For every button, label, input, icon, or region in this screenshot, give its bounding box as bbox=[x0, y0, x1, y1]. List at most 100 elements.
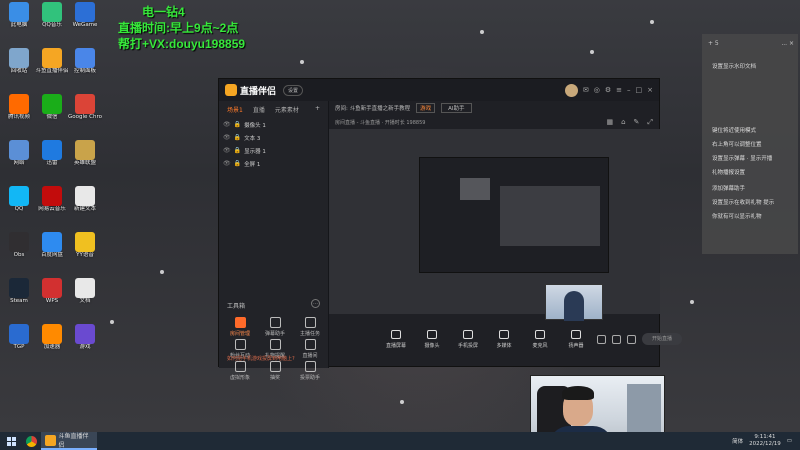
message-icon[interactable]: ✉ bbox=[583, 86, 589, 94]
toolbox-item[interactable]: 虚拟形象 bbox=[223, 361, 257, 381]
add-scene-icon[interactable]: + bbox=[315, 105, 320, 114]
control-button[interactable]: 多媒体 bbox=[489, 329, 519, 349]
desktop-icon[interactable]: 加速器 bbox=[35, 324, 69, 351]
edit-icon[interactable]: ✎ bbox=[634, 118, 640, 127]
category-tag[interactable]: 游戏 bbox=[416, 103, 436, 113]
control-icon bbox=[463, 329, 473, 339]
settings-icon[interactable]: ⚙ bbox=[605, 86, 611, 94]
start-live-button[interactable]: 开始直播 bbox=[642, 333, 682, 345]
toolbox-item[interactable]: 抽奖 bbox=[258, 361, 292, 381]
start-button[interactable] bbox=[0, 432, 22, 450]
settings-pill[interactable]: 设置 bbox=[283, 84, 304, 96]
control-button[interactable]: 扬声器 bbox=[561, 329, 591, 349]
control-button[interactable]: 麦克风 bbox=[525, 329, 555, 349]
taskbar-live-companion[interactable]: 斗鱼直播伴侣 bbox=[41, 432, 97, 450]
desktop-icon[interactable]: 微信 bbox=[35, 94, 69, 121]
desktop-icon[interactable]: Google Chrome bbox=[68, 94, 102, 121]
scene-tab[interactable]: 元素素材 bbox=[275, 105, 299, 114]
clock-icon[interactable] bbox=[612, 334, 621, 344]
notes-window-controls[interactable]: ... × bbox=[781, 40, 794, 47]
source-item[interactable]: 👁 🔒 文本 3 bbox=[219, 131, 328, 144]
desktop-icon[interactable]: 腾讯视频 bbox=[2, 94, 36, 121]
toolbox-item[interactable]: 投票助手 bbox=[293, 361, 327, 381]
desktop-icon-label: Google Chrome bbox=[68, 114, 102, 120]
source-label: 摄像头 1 bbox=[244, 122, 266, 129]
tool-icon bbox=[304, 317, 316, 328]
note-line: 添加弹幕助手 bbox=[712, 186, 746, 192]
notes-panel[interactable]: + 5 ... × 设置显示水印文档 键位将近使用模式 右上角可以调整位置 设置显示弹… bbox=[702, 34, 798, 254]
notification-icon[interactable]: ▭ bbox=[787, 438, 792, 444]
desktop-icon[interactable]: QQ音乐 bbox=[35, 2, 69, 29]
petal bbox=[400, 400, 404, 404]
input-method-label[interactable]: 简体 bbox=[732, 437, 743, 445]
ai-assistant-button[interactable]: AI助手 bbox=[441, 103, 472, 113]
desktop-icon[interactable]: 百度网盘 bbox=[35, 232, 69, 259]
close-icon[interactable]: × bbox=[647, 86, 653, 94]
lock-icon[interactable]: 🔒 bbox=[234, 147, 241, 154]
scene-tab[interactable]: 场景1 bbox=[227, 105, 243, 114]
scene-tab[interactable]: 直播 bbox=[253, 105, 265, 114]
desktop-icon[interactable]: 迅雷 bbox=[35, 140, 69, 167]
desktop-icon[interactable]: 网易云音乐 bbox=[35, 186, 69, 213]
notes-add-button[interactable]: + 5 bbox=[708, 40, 719, 47]
desktop-icon[interactable]: TGP bbox=[2, 324, 36, 351]
desktop-icon[interactable]: WeGame bbox=[68, 2, 102, 29]
control-button[interactable]: 手机投屏 bbox=[453, 329, 483, 349]
taskbar-chrome[interactable] bbox=[22, 432, 41, 450]
clock[interactable]: 9:11:41 2022/12/19 bbox=[749, 434, 781, 448]
toolbox-item[interactable]: 直播间 bbox=[293, 339, 327, 359]
toolbox-item[interactable]: 房间管理 bbox=[223, 317, 257, 337]
petal bbox=[300, 60, 304, 64]
record-icon[interactable] bbox=[597, 334, 606, 344]
toolbox-item[interactable]: 主播任务 bbox=[293, 317, 327, 337]
avatar[interactable] bbox=[564, 83, 578, 97]
desktop-icon-label: 英雄联盟 bbox=[73, 160, 96, 166]
desktop-icon[interactable]: 网络 bbox=[2, 140, 36, 167]
desktop-icon[interactable]: 此电脑 bbox=[2, 2, 36, 29]
desktop-icon[interactable]: Obs bbox=[2, 232, 36, 259]
desktop-icon[interactable]: WPS bbox=[35, 278, 69, 305]
control-label: 扬声器 bbox=[568, 342, 584, 349]
lock-icon[interactable]: 🔒 bbox=[234, 121, 241, 128]
source-item[interactable]: 👁 🔒 全屏 1 bbox=[219, 157, 328, 170]
visibility-icon[interactable]: 👁 bbox=[223, 134, 231, 141]
desktop-icon[interactable]: 新建文本 bbox=[68, 186, 102, 213]
desktop-icon[interactable]: 英雄联盟 bbox=[68, 140, 102, 167]
lock-icon[interactable]: ⌂ bbox=[621, 118, 625, 127]
desktop-icon[interactable]: Steam bbox=[2, 278, 36, 305]
fullscreen-icon[interactable]: ⤢ bbox=[647, 118, 653, 127]
settings-gear-icon[interactable] bbox=[627, 334, 636, 344]
projection-tip-link[interactable]: 如何把手机游戏投屏到电脑上? bbox=[227, 355, 295, 362]
visibility-icon[interactable]: 👁 bbox=[223, 160, 231, 167]
note-line: 设置显示弹幕 · 显示开播 bbox=[712, 156, 773, 162]
title-bar[interactable]: 直播伴侣 设置 ✉ ◎ ⚙ ≡ – □ × bbox=[219, 79, 659, 101]
source-item[interactable]: 👁 🔒 显示器 1 bbox=[219, 144, 328, 157]
live-companion-window[interactable]: 直播伴侣 设置 ✉ ◎ ⚙ ≡ – □ × 场景1 直播 元素素材 + 👁 🔒 摄像头 1… bbox=[218, 78, 682, 381]
desktop-icon[interactable]: 文档 bbox=[68, 278, 102, 305]
minimize-icon[interactable]: – bbox=[627, 86, 631, 94]
maximize-icon[interactable]: □ bbox=[636, 86, 643, 94]
app-icon bbox=[42, 232, 62, 252]
menu-icon[interactable]: ≡ bbox=[616, 86, 622, 94]
visibility-icon[interactable]: 👁 bbox=[223, 147, 231, 154]
desktop-icon[interactable]: 斗鱼直播伴侣 bbox=[35, 48, 69, 75]
source-item[interactable]: 👁 🔒 摄像头 1 bbox=[219, 118, 328, 131]
tool-label: 直播间 bbox=[302, 353, 318, 359]
stream-preview[interactable] bbox=[329, 129, 660, 314]
desktop-icon-label: 控制面板 bbox=[73, 68, 96, 74]
control-button[interactable]: 摄像头 bbox=[417, 329, 447, 349]
lock-icon[interactable]: 🔒 bbox=[234, 134, 241, 141]
control-button[interactable]: 直播屏幕 bbox=[381, 329, 411, 349]
lock-icon[interactable]: 🔒 bbox=[234, 160, 241, 167]
desktop-icon-label: 加速器 bbox=[43, 344, 61, 350]
desktop-icon[interactable]: 控制面板 bbox=[68, 48, 102, 75]
toolbox-more-button[interactable]: … bbox=[311, 299, 320, 308]
layout-icon[interactable]: ▦ bbox=[606, 118, 613, 127]
desktop-icon[interactable]: 游戏 bbox=[68, 324, 102, 351]
visibility-icon[interactable]: 👁 bbox=[223, 121, 231, 128]
desktop-icon[interactable]: 回收站 bbox=[2, 48, 36, 75]
gift-icon[interactable]: ◎ bbox=[594, 86, 600, 94]
toolbox-item[interactable]: 弹幕助手 bbox=[258, 317, 292, 337]
desktop-icon[interactable]: QQ bbox=[2, 186, 36, 213]
desktop-icon[interactable]: YY语音 bbox=[68, 232, 102, 259]
